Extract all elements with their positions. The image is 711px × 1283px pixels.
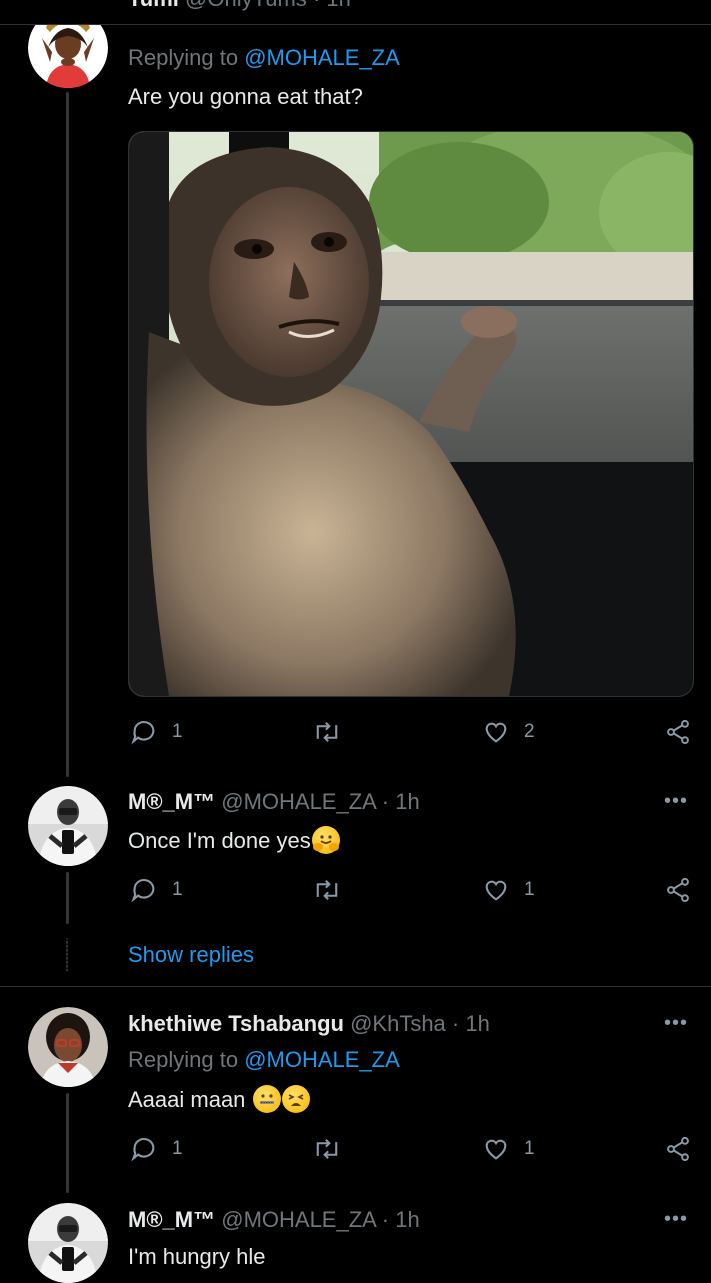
reply-icon	[131, 878, 155, 903]
heart-icon	[485, 1139, 507, 1160]
cut-time: 1h	[326, 0, 350, 11]
handle[interactable]: @KhTsha	[350, 1011, 446, 1036]
reply-icon	[131, 720, 155, 745]
reply-icon	[131, 1137, 155, 1162]
divider	[0, 986, 711, 987]
more-options-button[interactable]: •••	[664, 1012, 688, 1035]
avatar-khethiwe[interactable]	[28, 1007, 108, 1087]
handle[interactable]: @MOHALE_ZA	[221, 789, 375, 814]
tweet-text: Once I'm done yes	[128, 828, 311, 853]
cut-handle: @OnlyTums	[185, 0, 307, 11]
thread-line	[66, 872, 69, 924]
replying-to-line: Replying to @MOHALE_ZA	[128, 45, 400, 70]
tweet-text-container: Once I'm done yes	[128, 826, 340, 854]
mention-link[interactable]: @MOHALE_ZA	[244, 1047, 400, 1072]
retweet-icon	[316, 722, 338, 742]
like-button[interactable]: 1	[482, 876, 535, 904]
share-icon	[667, 719, 689, 745]
show-replies-link[interactable]: Show replies	[128, 942, 254, 968]
tired-face-emoji	[281, 1085, 310, 1113]
reply-button[interactable]: 1	[130, 876, 183, 904]
timestamp[interactable]: 1h	[395, 1207, 419, 1232]
retweet-button[interactable]	[312, 876, 342, 904]
share-icon	[667, 1136, 689, 1162]
share-button[interactable]	[664, 876, 692, 904]
reply-button[interactable]: 1	[130, 1135, 183, 1163]
replying-to-line: Replying to @MOHALE_ZA	[128, 1047, 400, 1072]
display-name[interactable]: M®_M™	[128, 789, 215, 814]
display-name[interactable]: M®_M™	[128, 1207, 215, 1232]
more-options-button[interactable]: •••	[664, 790, 688, 813]
retweet-icon	[316, 880, 338, 900]
heart-icon	[485, 722, 507, 743]
share-icon	[667, 877, 689, 903]
timestamp[interactable]: 1h	[395, 789, 419, 814]
more-options-button[interactable]: •••	[664, 1208, 688, 1231]
tweet-header: M®_M™ @MOHALE_ZA · 1h	[128, 789, 420, 814]
share-button[interactable]	[664, 1135, 692, 1163]
zipper-mouth-face-emoji	[252, 1085, 281, 1113]
display-name[interactable]: khethiwe Tshabangu	[128, 1011, 344, 1036]
share-button[interactable]	[664, 718, 692, 746]
like-button[interactable]: 1	[482, 1135, 535, 1163]
cut-name: Tumi	[128, 0, 179, 11]
tweet-text-container: Aaaai maan	[128, 1085, 310, 1113]
monkey-in-car-photo[interactable]	[128, 131, 694, 697]
retweet-icon	[316, 1139, 338, 1159]
reply-button[interactable]: 1	[130, 718, 183, 746]
tweet-text: I'm hungry hle	[128, 1244, 266, 1269]
previous-tweet-header-cut: Tumi @OnlyTums · 1h	[0, 0, 711, 25]
tweet-text: Aaaai maan	[128, 1087, 246, 1112]
tweet-header: khethiwe Tshabangu @KhTsha · 1h	[128, 1011, 490, 1036]
tweet-text: Are you gonna eat that?	[128, 84, 363, 109]
retweet-button[interactable]	[312, 1135, 342, 1163]
avatar-mohale[interactable]	[28, 1203, 108, 1283]
like-button[interactable]: 2	[482, 718, 535, 746]
thread-line-dotted	[66, 938, 68, 972]
heart-icon	[485, 880, 507, 901]
thread-line	[66, 92, 69, 777]
avatar-mohale[interactable]	[28, 786, 108, 866]
mention-link[interactable]: @MOHALE_ZA	[244, 45, 400, 70]
handle[interactable]: @MOHALE_ZA	[221, 1207, 375, 1232]
timestamp[interactable]: 1h	[465, 1011, 489, 1036]
hugging-face-emoji	[311, 826, 340, 854]
tweet-header: M®_M™ @MOHALE_ZA · 1h	[128, 1207, 420, 1232]
cut-header-text: Tumi @OnlyTums · 1h	[128, 0, 351, 12]
retweet-button[interactable]	[312, 718, 342, 746]
thread-line	[66, 1093, 69, 1193]
